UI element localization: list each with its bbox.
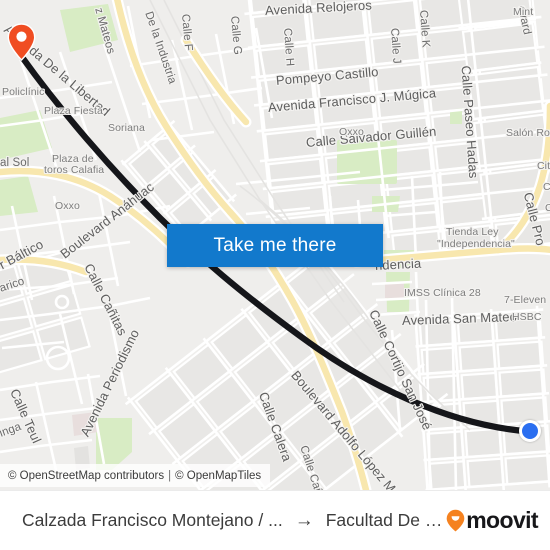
moovit-wordmark: moovit xyxy=(466,507,538,533)
route-origin-label: Calzada Francisco Montejano / ... xyxy=(22,510,283,530)
map-attribution: © OpenStreetMap contributors | © OpenMap… xyxy=(0,464,271,487)
moovit-logo[interactable]: moovit xyxy=(446,507,539,534)
moovit-pin-icon xyxy=(446,509,465,532)
openmaptiles-attribution-link[interactable]: © OpenMapTiles xyxy=(175,470,261,482)
arrow-right-icon: → xyxy=(294,510,314,531)
osm-attribution-link[interactable]: © OpenStreetMap contributors xyxy=(8,470,164,482)
map-screen: Avenida De la Libertad z Mateos De la Indu… xyxy=(0,0,550,550)
route-destination-label: Facultad De Me... xyxy=(325,510,446,530)
route-summary-bar: Calzada Francisco Montejano / ... → Facu… xyxy=(0,490,550,550)
destination-dot[interactable] xyxy=(519,420,541,442)
map-canvas[interactable]: Avenida De la Libertad z Mateos De la Indu… xyxy=(0,0,550,490)
start-pin-marker[interactable] xyxy=(7,23,36,61)
take-me-there-button[interactable]: Take me there xyxy=(167,224,383,267)
attribution-separator: | xyxy=(168,469,172,482)
